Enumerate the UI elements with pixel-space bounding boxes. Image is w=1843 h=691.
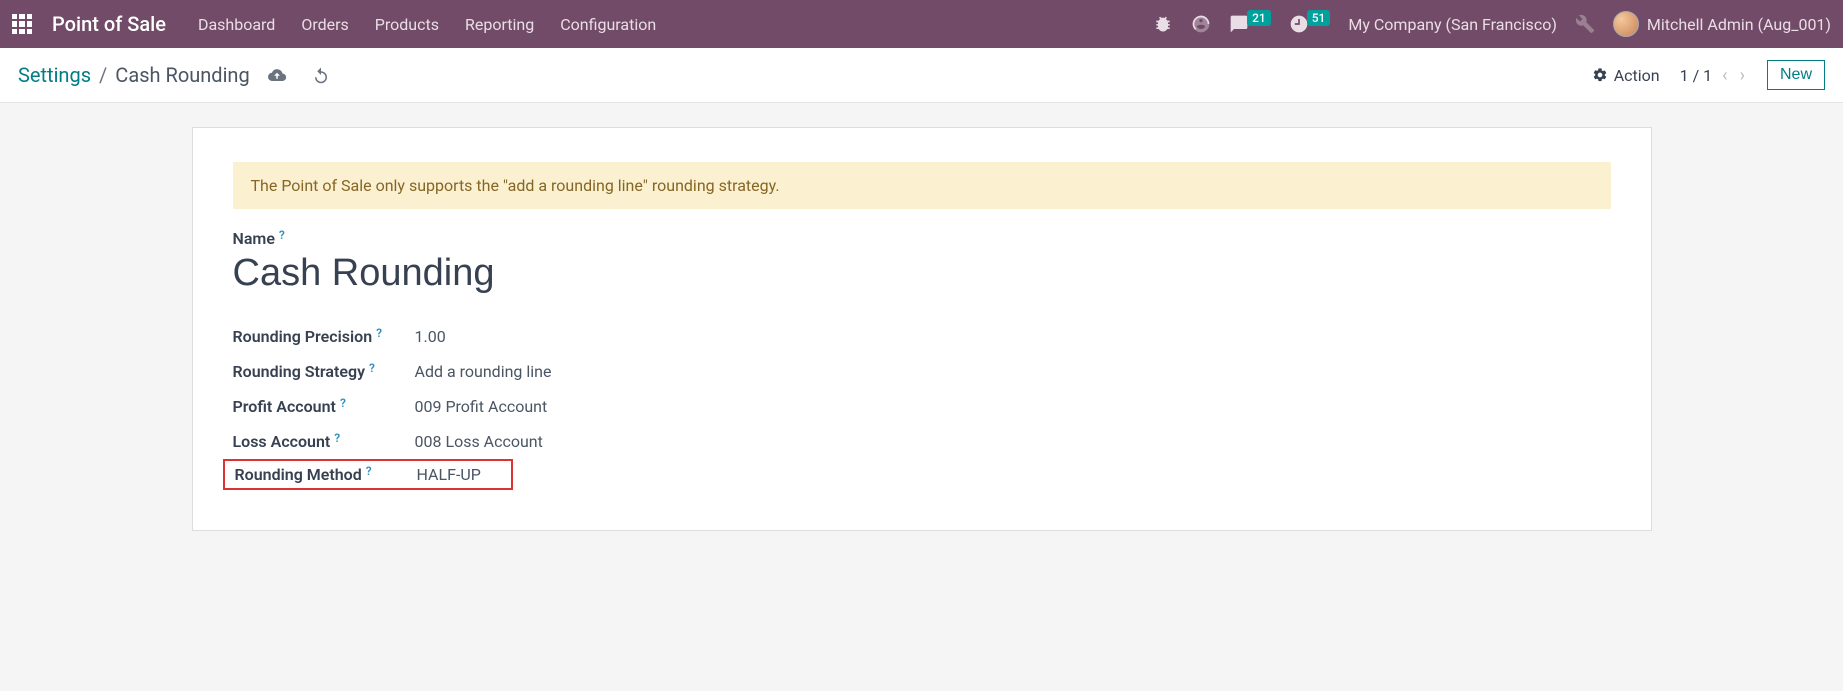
help-icon[interactable]: ? — [279, 228, 285, 242]
apps-icon[interactable] — [12, 14, 32, 34]
user-name: Mitchell Admin (Aug_001) — [1647, 15, 1831, 34]
alert-banner: The Point of Sale only supports the "add… — [233, 162, 1611, 209]
activities-icon[interactable]: 51 — [1289, 14, 1331, 34]
name-field-input[interactable] — [233, 252, 1611, 295]
control-bar: Settings / Cash Rounding Action 1 / 1 ‹ … — [0, 48, 1843, 103]
help-icon[interactable]: ? — [369, 361, 375, 375]
main-menu: Dashboard Orders Products Reporting Conf… — [198, 15, 656, 34]
rounding-precision-label: Rounding Precision — [233, 327, 373, 346]
menu-products[interactable]: Products — [375, 15, 439, 34]
user-menu[interactable]: Mitchell Admin (Aug_001) — [1613, 11, 1831, 37]
debug-icon[interactable] — [1153, 14, 1173, 34]
rounding-strategy-label: Rounding Strategy — [233, 362, 366, 381]
breadcrumb-root[interactable]: Settings — [18, 63, 91, 87]
help-icon[interactable]: ? — [366, 464, 372, 478]
pager-next[interactable]: › — [1738, 65, 1747, 86]
rounding-method-label: Rounding Method — [235, 465, 362, 484]
support-icon[interactable] — [1191, 14, 1211, 34]
messages-icon[interactable]: 21 — [1229, 14, 1271, 34]
new-button[interactable]: New — [1767, 60, 1825, 90]
top-navbar: Point of Sale Dashboard Orders Products … — [0, 0, 1843, 48]
menu-configuration[interactable]: Configuration — [560, 15, 656, 34]
breadcrumb-separator: / — [99, 63, 107, 87]
pager-prev[interactable]: ‹ — [1720, 65, 1729, 86]
name-field-label: Name — [233, 229, 275, 248]
rounding-precision-value[interactable]: 1.00 — [415, 327, 446, 346]
help-icon[interactable]: ? — [334, 431, 340, 445]
action-menu[interactable]: Action — [1592, 66, 1660, 85]
pager-count[interactable]: 1 / 1 — [1680, 66, 1713, 85]
activities-badge: 51 — [1307, 10, 1331, 26]
discard-icon[interactable] — [312, 66, 330, 84]
rounding-strategy-value[interactable]: Add a rounding line — [415, 362, 552, 381]
profit-account-label: Profit Account — [233, 397, 336, 416]
company-switcher[interactable]: My Company (San Francisco) — [1348, 15, 1557, 34]
menu-reporting[interactable]: Reporting — [465, 15, 534, 34]
rounding-method-value[interactable]: HALF-UP — [417, 465, 481, 484]
help-icon[interactable]: ? — [340, 396, 346, 410]
tools-icon[interactable] — [1575, 14, 1595, 34]
pager: 1 / 1 ‹ › — [1680, 65, 1747, 86]
menu-orders[interactable]: Orders — [301, 15, 348, 34]
help-icon[interactable]: ? — [376, 326, 382, 340]
app-brand[interactable]: Point of Sale — [52, 12, 166, 36]
messages-badge: 21 — [1247, 10, 1271, 26]
gear-icon — [1592, 67, 1608, 83]
menu-dashboard[interactable]: Dashboard — [198, 15, 275, 34]
cloud-save-icon[interactable] — [268, 66, 286, 84]
loss-account-value[interactable]: 008 Loss Account — [415, 432, 543, 451]
loss-account-label: Loss Account — [233, 432, 331, 451]
breadcrumb: Settings / Cash Rounding — [18, 63, 330, 87]
avatar — [1613, 11, 1639, 37]
action-label: Action — [1614, 66, 1660, 85]
form-sheet: The Point of Sale only supports the "add… — [192, 127, 1652, 531]
profit-account-value[interactable]: 009 Profit Account — [415, 397, 548, 416]
breadcrumb-leaf: Cash Rounding — [115, 63, 249, 87]
